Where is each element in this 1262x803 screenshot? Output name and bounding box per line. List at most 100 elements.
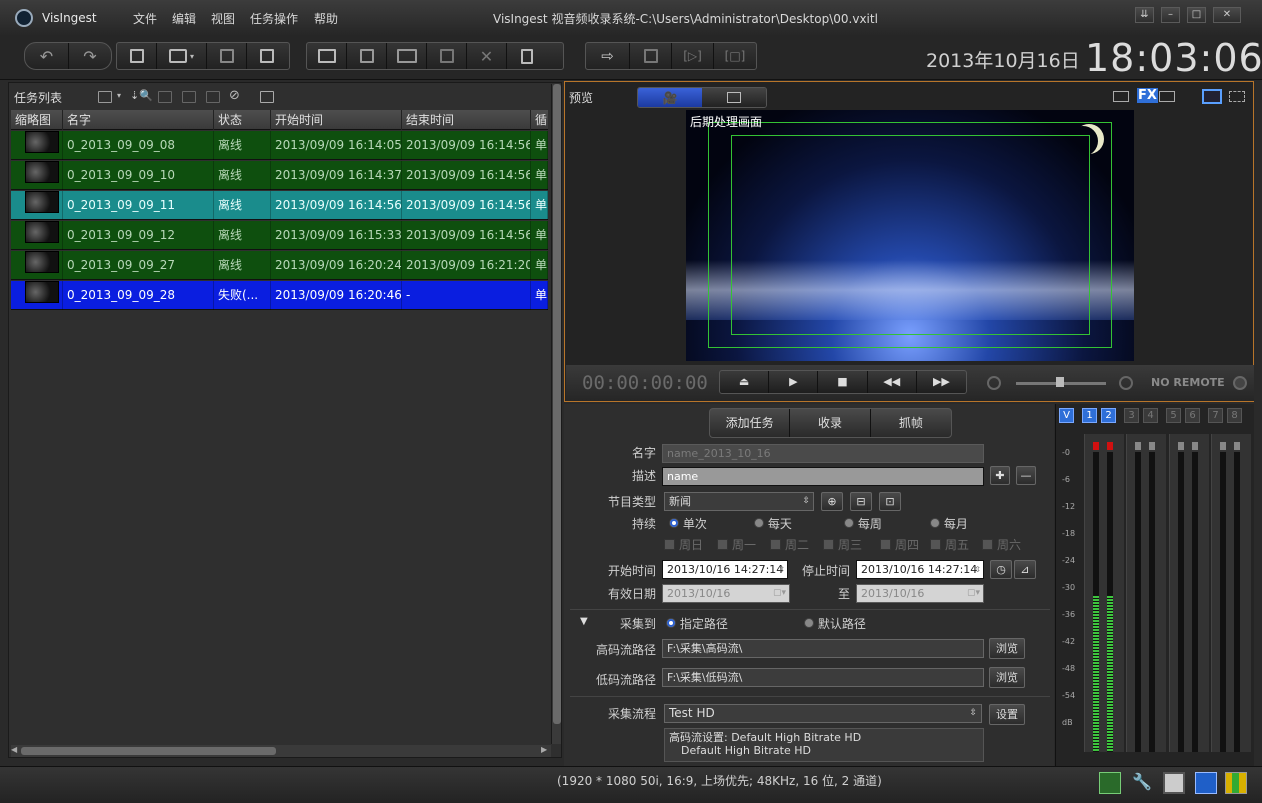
valid-to-input[interactable]: 2013/10/16 ▢▾ [856,584,984,603]
weekday-checkbox[interactable]: 周二 [770,536,809,553]
save-all-button[interactable] [247,43,287,69]
sort-search-icon[interactable]: ⇣🔍 [130,89,153,102]
redo-button[interactable]: ↷ [69,43,111,69]
radio-default-path[interactable]: 默认路径 [804,615,866,632]
undo-button[interactable]: ↶ [25,43,69,69]
play-button[interactable]: ▶ [769,371,819,393]
step-button[interactable]: [▷] [672,43,714,69]
video-preview[interactable]: 后期处理画面 [686,110,1134,361]
dual-view-icon[interactable] [1159,91,1175,102]
new-button[interactable] [117,43,157,69]
channel-2-button[interactable]: 2 [1101,408,1116,423]
task-list-hscroll[interactable]: ◀ ▶ [11,745,551,757]
col-name[interactable]: 名字 [63,110,214,130]
list-view-icon[interactable] [98,91,112,103]
radio-weekly[interactable]: 每周 [844,515,882,532]
scroll-left-icon[interactable]: ◀ [11,745,17,754]
single-view-icon[interactable] [1202,89,1222,104]
desc-input[interactable]: name [662,467,984,486]
remove-button[interactable]: — [1016,466,1036,485]
grid-icon[interactable] [158,91,172,103]
open-button[interactable]: ▾ [157,43,207,69]
maximize-button[interactable]: □ [1187,7,1206,23]
clipboard-icon[interactable] [1163,772,1185,794]
edit-button[interactable] [347,43,387,69]
table-row[interactable]: 0_2013_09_09_10 离线 2013/09/09 16:14:37 2013… [11,160,548,190]
start-button[interactable]: ⇨ [586,43,630,69]
stop-input[interactable]: 2013/10/16 14:27:14 ⇳ [856,560,984,579]
col-repeat[interactable]: 循 [531,110,548,130]
clear-button[interactable]: ✕ [467,43,507,69]
table-row[interactable]: 0_2013_09_09_27 离线 2013/09/09 16:20:24 2013… [11,250,548,280]
scroll-right-icon[interactable]: ▶ [541,745,547,754]
collapse-button[interactable]: ⇊ [1135,7,1154,23]
hi-path-input[interactable]: F:\采集\高码流\ [662,639,984,658]
copy-icon[interactable] [260,91,274,103]
monitor-icon[interactable] [182,91,196,103]
weekday-checkbox[interactable]: 周六 [982,536,1021,553]
dropdown-arrow-icon[interactable]: ▾ [117,91,121,100]
tab-capture-frame[interactable]: 抓帧 [871,409,951,437]
table-row[interactable]: 0_2013_09_09_12 离线 2013/09/09 16:15:33 2013… [11,220,548,250]
channel-8-button[interactable]: 8 [1227,408,1242,423]
jog-left-icon[interactable] [987,376,1001,390]
menu-task[interactable]: 任务操作 [250,10,298,27]
weekday-checkbox[interactable]: 周一 [717,536,756,553]
jog-right-icon[interactable] [1119,376,1133,390]
vscroll-thumb[interactable] [553,84,561,724]
tab-add-task[interactable]: 添加任务 [710,409,791,437]
channel-7-button[interactable]: 7 [1208,408,1223,423]
collapse-toggle-icon[interactable]: ▼ [580,616,588,627]
menu-help[interactable]: 帮助 [314,10,338,27]
duration-button[interactable]: ⊿ [1014,560,1036,579]
add-button[interactable]: ✚ [990,466,1010,485]
monitor-list-icon[interactable] [1195,772,1217,794]
weekday-checkbox[interactable]: 周三 [823,536,862,553]
type-select[interactable]: 新闻 ⇳ [664,492,814,511]
type-add-button[interactable]: ⊕ [821,492,843,511]
col-end[interactable]: 结束时间 [402,110,531,130]
meter-icon[interactable] [1225,772,1247,794]
rewind-button[interactable]: ◀◀ [868,371,917,393]
col-thumb[interactable]: 缩略图 [11,110,63,130]
channel-1-button[interactable]: 1 [1082,408,1097,423]
trash-button[interactable] [507,43,547,69]
eject-button[interactable]: ⏏ [720,371,770,393]
menu-edit[interactable]: 编辑 [172,10,196,27]
hscroll-thumb[interactable] [21,747,276,755]
valid-from-input[interactable]: 2013/10/16 ▢▾ [662,584,790,603]
start-input[interactable]: 2013/10/16 14:27:14 ⇳ [662,560,788,579]
fullscreen-icon[interactable] [1229,91,1245,102]
type-edit-button[interactable]: ⊡ [879,492,901,511]
delete-item-button[interactable] [427,43,467,69]
channel-5-button[interactable]: 5 [1166,408,1181,423]
aspect-icon[interactable] [1113,91,1129,102]
tab-playback[interactable] [702,88,766,107]
weekday-checkbox[interactable]: 周五 [930,536,969,553]
tab-ingest[interactable]: 收录 [790,409,871,437]
wrench-icon[interactable]: 🔧 [1131,772,1153,794]
channel-4-button[interactable]: 4 [1143,408,1158,423]
shuttle-thumb[interactable] [1056,377,1064,387]
list-button[interactable] [307,43,347,69]
frame-button[interactable]: [□] [714,43,756,69]
lo-path-input[interactable]: F:\采集\低码流\ [662,668,984,687]
table-row[interactable]: 0_2013_09_09_08 离线 2013/09/09 16:14:05 2013… [11,130,548,160]
stop-button[interactable] [630,43,672,69]
channel-V-button[interactable]: V [1059,408,1074,423]
play-box-icon[interactable] [206,91,220,103]
menu-file[interactable]: 文件 [133,10,157,27]
flow-select[interactable]: Test HD ⇳ [664,704,982,723]
hi-browse-button[interactable]: 浏览 [989,638,1025,659]
tag-icon[interactable]: ⊘ [229,88,240,103]
stop-button[interactable]: ■ [818,371,868,393]
col-start[interactable]: 开始时间 [271,110,402,130]
radio-specified-path[interactable]: 指定路径 [666,615,728,632]
weekday-checkbox[interactable]: 周四 [880,536,919,553]
close-button[interactable]: ✕ [1213,7,1241,23]
fx-icon[interactable]: FX [1137,88,1158,103]
channel-3-button[interactable]: 3 [1124,408,1139,423]
radio-daily[interactable]: 每天 [754,515,792,532]
lo-browse-button[interactable]: 浏览 [989,667,1025,688]
type-remove-button[interactable]: ⊟ [850,492,872,511]
